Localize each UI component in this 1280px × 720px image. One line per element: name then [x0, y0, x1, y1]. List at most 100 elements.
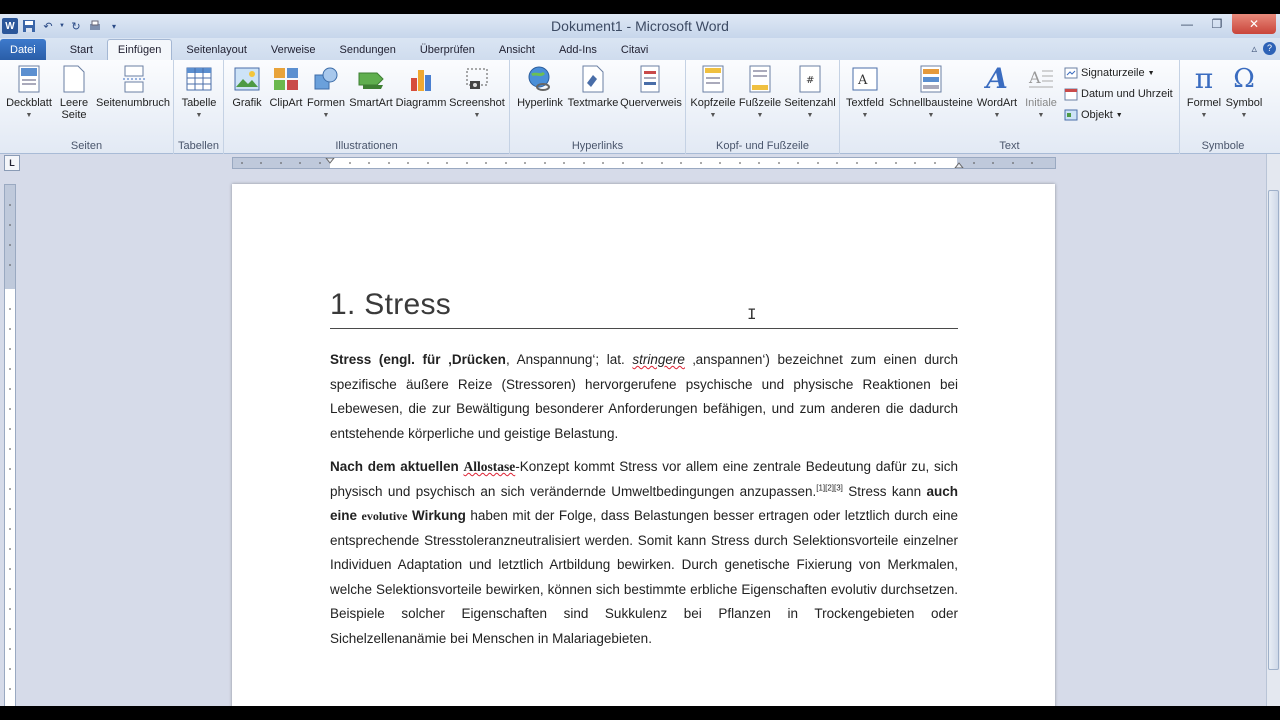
- undo-icon[interactable]: ↶: [40, 18, 56, 34]
- maximize-icon[interactable]: ❐: [1202, 14, 1232, 34]
- group-tabellen: Tabelle ▼ Tabellen: [174, 60, 224, 154]
- horizontal-ruler[interactable]: [232, 157, 1056, 169]
- formen-button[interactable]: Formen ▼: [306, 64, 346, 122]
- quick-parts-icon: [916, 64, 946, 94]
- grafik-button[interactable]: Grafik: [228, 64, 266, 109]
- tab-ansicht[interactable]: Ansicht: [489, 39, 545, 60]
- textfeld-button[interactable]: A Textfeld ▼: [844, 64, 886, 122]
- smartart-icon: [356, 64, 386, 94]
- tab-datei[interactable]: Datei: [0, 39, 46, 60]
- initiale-button[interactable]: A Initiale ▼: [1022, 64, 1060, 122]
- tab-selector[interactable]: L: [4, 155, 20, 171]
- wordart-icon: A: [986, 62, 1008, 95]
- chevron-down-icon: ▼: [1240, 112, 1248, 119]
- minimize-icon[interactable]: —: [1172, 14, 1202, 34]
- chart-icon: [406, 64, 436, 94]
- paragraph-2[interactable]: Nach dem aktuellen Allostase-Konzept kom…: [330, 455, 958, 651]
- scrollbar-thumb[interactable]: [1268, 190, 1279, 670]
- header-icon: [698, 64, 728, 94]
- ribbon-einfuegen: Deckblatt ▼ Leere Seite Seitenumbruch Se…: [0, 60, 1280, 154]
- svg-text:#: #: [806, 75, 814, 86]
- wordart-button[interactable]: A WordArt ▼: [974, 64, 1020, 122]
- signaturzeile-button[interactable]: Signaturzeile ▼: [1064, 66, 1155, 80]
- minimize-ribbon-icon[interactable]: ▵: [1251, 42, 1257, 55]
- drop-cap-icon: A: [1026, 64, 1056, 94]
- tab-start[interactable]: Start: [60, 39, 103, 60]
- group-symbole: π Formel ▼ Ω Symbol ▼ Symbole: [1180, 60, 1266, 154]
- kopfzeile-button[interactable]: Kopfzeile ▼: [690, 64, 736, 122]
- tab-verweise[interactable]: Verweise: [261, 39, 326, 60]
- chevron-down-icon: ▼: [709, 112, 717, 119]
- tab-addins[interactable]: Add-Ins: [549, 39, 607, 60]
- formel-button[interactable]: π Formel ▼: [1184, 64, 1224, 122]
- blank-page-icon: [59, 64, 89, 94]
- fusszeile-button[interactable]: Fußzeile ▼: [738, 64, 782, 122]
- chevron-down-icon: ▼: [1200, 112, 1208, 119]
- vertical-scrollbar[interactable]: [1266, 154, 1280, 706]
- smartart-button[interactable]: SmartArt: [348, 64, 394, 109]
- tab-ueberpruefen[interactable]: Überprüfen: [410, 39, 485, 60]
- undo-dropdown-icon[interactable]: ▼: [59, 18, 65, 34]
- schnellbausteine-button[interactable]: Schnellbausteine ▼: [888, 64, 974, 122]
- word-logo-icon[interactable]: W: [2, 18, 18, 34]
- text-cursor-icon: I: [747, 306, 757, 324]
- tab-einfuegen[interactable]: Einfügen: [106, 39, 173, 60]
- chevron-down-icon: ▼: [756, 112, 764, 119]
- title-bar: W ↶ ▼ ↻ ▾ Dokument1 - Microsoft Word — ❐…: [0, 14, 1280, 38]
- ribbon-tabs: Datei Start Einfügen Seitenlayout Verwei…: [0, 38, 1280, 60]
- hyperlink-button[interactable]: Hyperlink: [514, 64, 566, 109]
- shapes-icon: [311, 64, 341, 94]
- chevron-down-icon: ▼: [861, 112, 869, 119]
- document-heading[interactable]: 1. Stress: [330, 288, 958, 329]
- group-illustrationen: Grafik ClipArt Formen ▼ SmartArt Diagram…: [224, 60, 510, 154]
- deckblatt-button[interactable]: Deckblatt ▼: [4, 64, 54, 122]
- print-preview-icon[interactable]: [87, 18, 103, 34]
- svg-text:A: A: [857, 73, 868, 88]
- bookmark-icon: [578, 64, 608, 94]
- paragraph-1[interactable]: Stress (engl. für ‚Drücken, Anspannung‘;…: [330, 348, 958, 446]
- redo-icon[interactable]: ↻: [68, 18, 84, 34]
- group-hyperlinks: Hyperlink Textmarke Querverweis Hyperlin…: [510, 60, 686, 154]
- leere-seite-button[interactable]: Leere Seite: [54, 64, 94, 121]
- page-number-icon: #: [795, 64, 825, 94]
- document-page[interactable]: 1. Stress I Stress (engl. für ‚Drücken, …: [232, 184, 1055, 706]
- customize-qat-icon[interactable]: ▾: [106, 18, 122, 34]
- tabelle-button[interactable]: Tabelle ▼: [178, 64, 220, 122]
- help-icon[interactable]: ?: [1263, 42, 1276, 55]
- ruler-ticks: [241, 158, 1033, 168]
- object-icon: [1064, 108, 1078, 122]
- tab-seitenlayout[interactable]: Seitenlayout: [176, 39, 257, 60]
- tabs-right-controls: ▵ ?: [1251, 42, 1276, 55]
- close-icon[interactable]: ✕: [1232, 14, 1276, 34]
- screenshot-icon: [462, 64, 492, 94]
- citation-superscript[interactable]: [1][2][3]: [816, 483, 843, 492]
- group-kopf-fusszeile: Kopfzeile ▼ Fußzeile ▼ # Seitenzahl ▼ Ko…: [686, 60, 840, 154]
- chevron-down-icon: ▼: [25, 112, 33, 119]
- svg-text:A: A: [1028, 68, 1041, 87]
- screenshot-button[interactable]: Screenshot ▼: [448, 64, 506, 122]
- chevron-down-icon: ▼: [993, 112, 1001, 119]
- clipart-button[interactable]: ClipArt: [268, 64, 304, 109]
- symbol-button[interactable]: Ω Symbol ▼: [1224, 64, 1264, 122]
- tab-citavi[interactable]: Citavi: [611, 39, 659, 60]
- chevron-down-icon: ▼: [473, 112, 481, 119]
- datum-uhrzeit-button[interactable]: Datum und Uhrzeit: [1064, 87, 1173, 101]
- quick-access-toolbar: W ↶ ▼ ↻ ▾: [0, 18, 122, 34]
- textmarke-button[interactable]: Textmarke: [566, 64, 620, 109]
- signature-line-icon: [1064, 66, 1078, 80]
- save-icon[interactable]: [21, 18, 37, 34]
- vertical-ruler[interactable]: [4, 184, 16, 706]
- globe-link-icon: [525, 64, 555, 94]
- text-box-icon: A: [850, 64, 880, 94]
- chevron-down-icon: ▼: [806, 112, 814, 119]
- chevron-down-icon: ▼: [322, 112, 330, 119]
- seitenumbruch-button[interactable]: Seitenumbruch: [94, 64, 172, 109]
- picture-icon: [232, 64, 262, 94]
- footer-icon: [745, 64, 775, 94]
- tab-sendungen[interactable]: Sendungen: [330, 39, 406, 60]
- seitenzahl-button[interactable]: # Seitenzahl ▼: [784, 64, 836, 122]
- querverweis-button[interactable]: Querverweis: [620, 64, 682, 109]
- diagramm-button[interactable]: Diagramm: [396, 64, 446, 109]
- chevron-down-icon: ▼: [195, 112, 203, 119]
- objekt-button[interactable]: Objekt ▼: [1064, 108, 1123, 122]
